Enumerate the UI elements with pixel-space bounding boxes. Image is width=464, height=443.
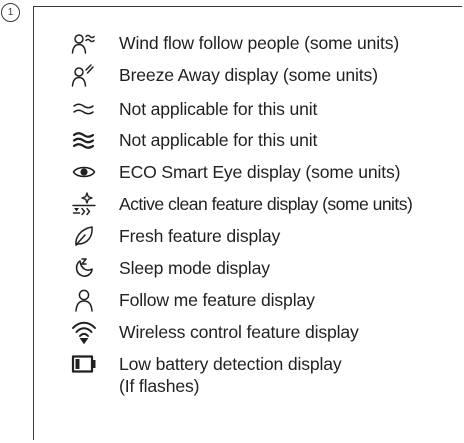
triple-wave-icon [71,127,97,153]
breeze-away-icon [71,62,97,88]
legend-text-line2: (If flashes) [119,376,200,396]
legend-row: Not applicable for this unit [34,124,463,156]
legend-row: ECO Smart Eye display (some units) [34,156,463,188]
legend-text: Wind flow follow people (some units) [119,33,400,53]
wireless-icon [71,319,97,345]
wind-flow-follow-people-icon [71,30,97,56]
legend-row: Wind flow follow people (some units) [34,27,463,59]
legend-text: Not applicable for this unit [119,130,318,150]
legend-text: Fresh feature display [119,226,281,246]
legend-text: Follow me feature display [119,290,315,310]
legend-box: Wind flow follow people (some units) Bre… [33,6,462,440]
legend-text: Not applicable for this unit [119,99,318,119]
sleep-moon-icon [71,255,97,281]
person-icon [71,287,97,313]
eco-eye-icon [71,159,97,185]
legend-text: Low battery detection display [119,354,342,374]
legend-row: Breeze Away display (some units) [34,59,463,91]
legend-row: Wireless control feature display [34,316,463,348]
legend-row: Follow me feature display [34,284,463,316]
legend-text: Wireless control feature display [119,322,359,342]
legend-row: Fresh feature display [34,220,463,252]
legend-text: Active clean feature display (some units… [119,194,413,214]
legend-row: Low battery detection display (If flashe… [34,348,463,404]
leaf-icon [71,223,97,249]
legend-row: Not applicable for this unit [34,93,463,125]
active-clean-icon [71,191,97,217]
battery-icon [71,351,97,377]
legend-text: ECO Smart Eye display (some units) [119,162,401,182]
legend-row: Active clean feature display (some units… [34,188,463,220]
legend-text: Sleep mode display [119,258,270,278]
legend-row: Sleep mode display [34,252,463,284]
callout-number: 1 [1,3,20,22]
double-wave-icon [71,96,97,122]
legend-text: Breeze Away display (some units) [119,65,378,85]
